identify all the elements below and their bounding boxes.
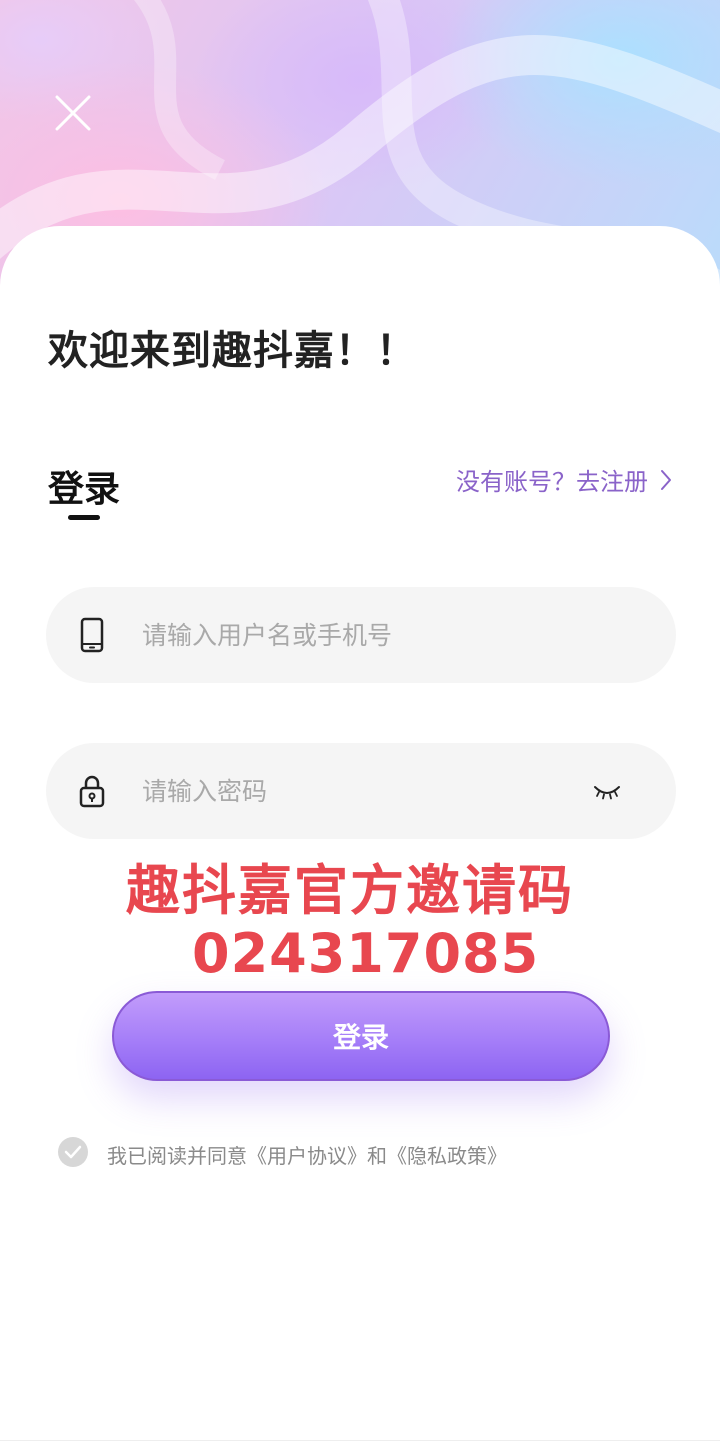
eye-closed-icon[interactable] [592,777,622,805]
agreement-checkbox[interactable] [58,1137,88,1167]
register-link-label: 没有账号？去注册 [456,468,648,496]
agreement-conjunction: 和 [367,1144,387,1168]
agreement-prefix: 我已阅读并同意 [107,1144,247,1168]
username-field[interactable] [46,587,676,683]
login-button[interactable]: 登录 [112,991,610,1081]
close-button[interactable] [50,90,96,136]
login-button-label: 登录 [332,1021,389,1054]
lock-icon [79,775,105,808]
tab-active-indicator [68,515,100,520]
username-input[interactable] [142,587,562,683]
promo-text-invite-code: 024317085 [192,922,540,985]
register-link[interactable]: 没有账号？去注册 [456,462,672,497]
close-icon [55,95,91,131]
password-input[interactable] [142,743,562,839]
tab-login[interactable]: 登录 [48,460,120,512]
welcome-title: 欢迎来到趣抖嘉！！ [48,328,417,374]
chevron-right-icon [661,469,671,490]
check-icon [64,1145,82,1159]
phone-icon [80,617,104,653]
password-field[interactable] [46,743,676,839]
promo-text-invite-title: 趣抖嘉官方邀请码 [126,859,574,922]
bottom-divider [0,1440,720,1441]
user-agreement-link[interactable]: 《用户协议》 [247,1144,367,1168]
agreement-text: 我已阅读并同意《用户协议》和《隐私政策》 [107,1140,507,1169]
privacy-policy-link[interactable]: 《隐私政策》 [387,1144,507,1168]
